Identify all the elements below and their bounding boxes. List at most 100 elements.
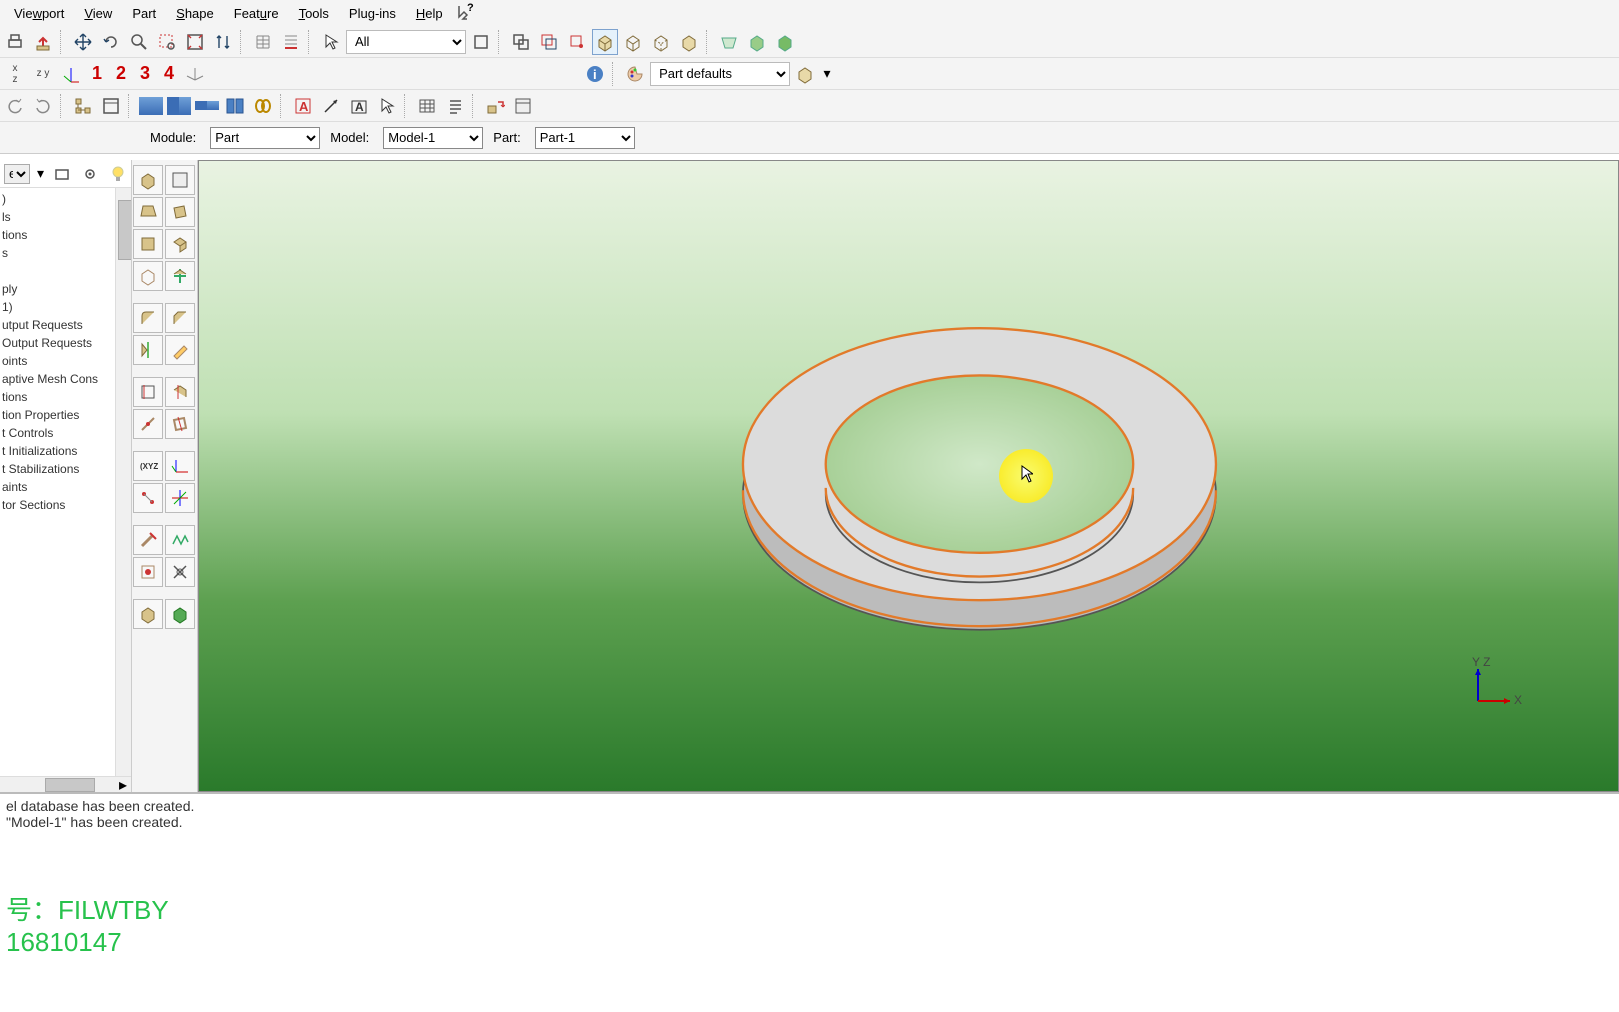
view-1-icon[interactable]: 1 (86, 63, 108, 84)
cycle-views-icon[interactable] (210, 29, 236, 55)
selection-filter-combo[interactable]: All (346, 30, 466, 54)
create-chamfer-icon[interactable] (165, 303, 195, 333)
viewport-3d[interactable]: Y Z X (198, 160, 1619, 792)
manager-icon[interactable] (510, 93, 536, 119)
tree-item[interactable]: aints (0, 478, 131, 496)
view-xz-icon[interactable]: xz (2, 61, 28, 87)
apply-color-icon[interactable] (792, 61, 818, 87)
window-icon[interactable] (98, 93, 124, 119)
create-part-icon[interactable] (133, 165, 163, 195)
list-icon[interactable] (442, 93, 468, 119)
table-icon[interactable] (414, 93, 440, 119)
menu-feature[interactable]: Feature (224, 3, 289, 24)
text-annot-icon[interactable]: A (290, 93, 316, 119)
menu-help[interactable]: Help (406, 3, 453, 24)
color-code-icon[interactable] (165, 599, 195, 629)
create-datum-csys-icon[interactable] (165, 451, 195, 481)
context-help-icon[interactable]: ? (453, 0, 479, 26)
menu-tools[interactable]: Tools (289, 3, 339, 24)
tree-scrollbar-h[interactable]: ▸ (0, 776, 131, 792)
tree-expand-icon[interactable]: ▾ (36, 163, 45, 185)
link-views-icon[interactable] (250, 93, 276, 119)
iso-view-icon[interactable] (182, 61, 208, 87)
view-yz-icon[interactable]: z y (30, 61, 56, 87)
tree-item[interactable]: ) (0, 190, 131, 208)
rotate-icon[interactable] (98, 29, 124, 55)
shaded-icon[interactable] (676, 29, 702, 55)
create-shell-sweep-icon[interactable] (165, 229, 195, 259)
hidden-icon[interactable] (648, 29, 674, 55)
text-box-icon[interactable]: A (346, 93, 372, 119)
perspective-icon[interactable] (716, 29, 742, 55)
partition-face-icon[interactable] (133, 377, 163, 407)
geometry-edit-icon[interactable] (133, 557, 163, 587)
repair-geom-icon[interactable] (165, 525, 195, 555)
copy-geom-icon[interactable] (508, 29, 534, 55)
render-1-icon[interactable] (744, 29, 770, 55)
create-shell-icon[interactable] (133, 229, 163, 259)
color-palette-icon[interactable] (622, 61, 648, 87)
create-cut-icon[interactable] (165, 261, 195, 291)
view-2-icon[interactable]: 2 (110, 63, 132, 84)
tree-item[interactable]: s (0, 244, 131, 262)
arrange-3-icon[interactable] (194, 93, 220, 119)
tree-list[interactable]: ) ls tions s ply 1) utput Requests Outpu… (0, 188, 131, 776)
create-round-icon[interactable] (133, 303, 163, 333)
info-icon[interactable]: i (582, 61, 608, 87)
create-datum-point-icon[interactable] (133, 483, 163, 513)
part-select[interactable]: Part-1 (535, 127, 635, 149)
grid-1-icon[interactable] (250, 29, 276, 55)
edit-feature-icon[interactable] (165, 335, 195, 365)
redo-icon[interactable] (30, 93, 56, 119)
color-dropdown-icon[interactable]: ▾ (820, 61, 834, 87)
pan-icon[interactable] (70, 29, 96, 55)
offset-geom-icon[interactable] (536, 29, 562, 55)
arrange-4-icon[interactable] (222, 93, 248, 119)
wire-icon[interactable] (620, 29, 646, 55)
menu-view[interactable]: View (74, 3, 122, 24)
shaded-wire-icon[interactable] (592, 29, 618, 55)
model-select[interactable]: Model-1 (383, 127, 483, 149)
tree-item[interactable]: oints (0, 352, 131, 370)
part-manager-icon[interactable] (165, 165, 195, 195)
menu-part[interactable]: Part (122, 3, 166, 24)
tree-item[interactable]: tions (0, 226, 131, 244)
select-arrow-icon[interactable] (318, 29, 344, 55)
module-select[interactable]: Part (210, 127, 320, 149)
tree-item[interactable]: tor Sections (0, 496, 131, 514)
tree-lightbulb-icon[interactable] (107, 163, 129, 185)
tree-item[interactable]: t Stabilizations (0, 460, 131, 478)
tree-item[interactable]: utput Requests (0, 316, 131, 334)
view-4-icon[interactable]: 4 (158, 63, 180, 84)
grid-2-icon[interactable] (278, 29, 304, 55)
tree-item[interactable]: tion Properties (0, 406, 131, 424)
tree-item[interactable]: ls (0, 208, 131, 226)
select-annot-icon[interactable] (374, 93, 400, 119)
tree-item[interactable]: t Initializations (0, 442, 131, 460)
create-datum-axis-icon[interactable] (165, 483, 195, 513)
menu-viewport[interactable]: Viewport (4, 3, 74, 24)
tree-item[interactable]: Output Requests (0, 334, 131, 352)
tree-icon[interactable] (70, 93, 96, 119)
tree-item[interactable]: ply (0, 280, 131, 298)
tree-settings-icon[interactable] (79, 163, 101, 185)
tree-filter-combo[interactable]: e (4, 164, 30, 184)
fit-view-icon[interactable] (182, 29, 208, 55)
remove-face-icon[interactable] (133, 525, 163, 555)
create-solid-extrude-icon[interactable] (133, 197, 163, 227)
arrange-1-icon[interactable] (138, 93, 164, 119)
partition-edge-icon[interactable] (133, 409, 163, 439)
zoom-box-icon[interactable] (154, 29, 180, 55)
menu-shape[interactable]: Shape (166, 3, 224, 24)
arrange-2-icon[interactable] (166, 93, 192, 119)
message-area[interactable]: el database has been created. "Model-1" … (0, 792, 1619, 1012)
query-icon[interactable] (133, 599, 163, 629)
undo-icon[interactable] (2, 93, 28, 119)
tree-item[interactable]: 1) (0, 298, 131, 316)
tree-item[interactable]: aptive Mesh Cons (0, 370, 131, 388)
create-solid-revolve-icon[interactable] (165, 197, 195, 227)
replace-icon[interactable] (482, 93, 508, 119)
render-2-icon[interactable] (772, 29, 798, 55)
print-icon[interactable] (2, 29, 28, 55)
datum-triad-icon[interactable] (58, 61, 84, 87)
